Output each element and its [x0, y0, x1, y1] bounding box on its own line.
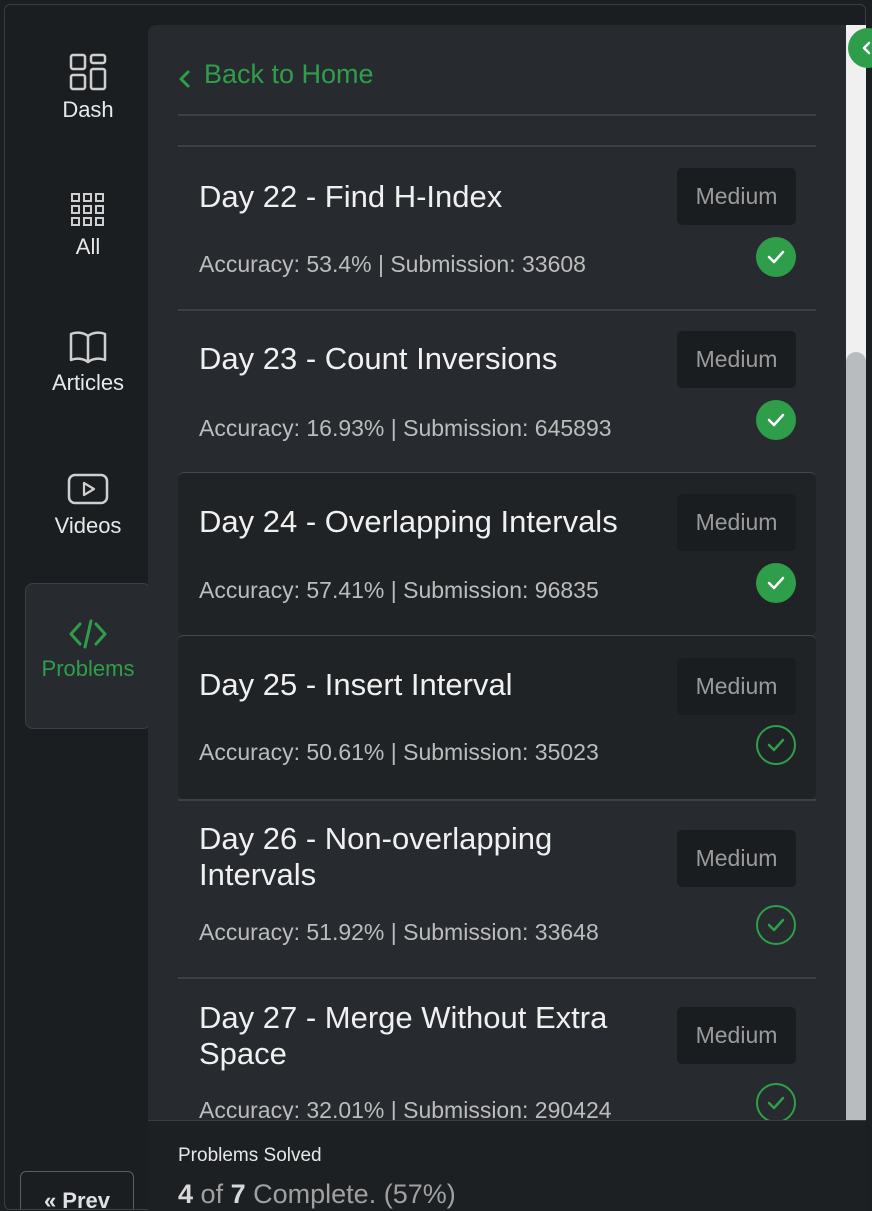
code-icon	[69, 619, 107, 649]
double-chevron-left-icon: «	[44, 1188, 57, 1210]
problem-title[interactable]: Day 23 - Count Inversions	[199, 341, 649, 377]
problem-stats: Accuracy: 51.92% | Submission: 33648	[199, 919, 599, 945]
progress-summary: 4 of 7 Complete. (57%)	[178, 1179, 456, 1210]
complete-text: Complete. (57%)	[253, 1179, 456, 1209]
chevron-left-icon	[862, 41, 871, 55]
problems-solved-label: Problems Solved	[178, 1145, 322, 1166]
total-count: 7	[230, 1179, 246, 1209]
book-icon	[69, 331, 107, 364]
unsolved-check-icon	[756, 905, 796, 945]
solved-check-icon	[756, 400, 796, 440]
problem-stats: Accuracy: 16.93% | Submission: 645893	[199, 415, 612, 441]
problems-panel: Back to Home Day 22 - Find H-Index Accur…	[148, 25, 846, 1210]
solved-check-icon	[756, 237, 796, 277]
problem-card[interactable]: Day 25 - Insert Interval Accuracy: 50.61…	[178, 635, 816, 799]
nav-problems-label: Problems	[41, 656, 135, 681]
problem-stats: Accuracy: 50.61% | Submission: 35023	[199, 739, 599, 765]
nav-videos-label: Videos	[54, 513, 122, 538]
nav-articles[interactable]: Articles	[25, 330, 151, 396]
nav-dash-label: Dash	[62, 97, 114, 122]
dashboard-icon	[69, 53, 107, 91]
difficulty-badge: Medium	[677, 1007, 796, 1064]
problem-title[interactable]: Day 24 - Overlapping Intervals	[199, 504, 649, 540]
nav-dash[interactable]: Dash	[25, 53, 151, 123]
difficulty-badge: Medium	[677, 168, 796, 225]
difficulty-badge: Medium	[677, 830, 796, 887]
video-icon	[67, 473, 109, 505]
of-text: of	[200, 1179, 224, 1209]
nav-all-label: All	[75, 234, 101, 259]
problem-stats: Accuracy: 53.4% | Submission: 33608	[199, 251, 586, 277]
difficulty-badge: Medium	[677, 658, 796, 715]
prev-button[interactable]: « Prev	[20, 1171, 134, 1210]
progress-footer: Problems Solved 4 of 7 Complete. (57%)	[148, 1120, 866, 1211]
chevron-left-icon	[179, 70, 190, 87]
difficulty-badge: Medium	[677, 494, 796, 551]
back-to-home-link[interactable]: Back to Home	[178, 59, 374, 90]
back-to-home-label: Back to Home	[204, 59, 374, 89]
nav-videos[interactable]: Videos	[25, 473, 151, 539]
divider	[178, 114, 816, 116]
nav-all[interactable]: All	[25, 192, 151, 260]
unsolved-check-icon	[756, 1083, 796, 1123]
problem-title[interactable]: Day 26 - Non-overlapping Intervals	[199, 821, 649, 893]
problem-card[interactable]: Day 26 - Non-overlapping Intervals Accur…	[178, 799, 816, 979]
solved-check-icon	[756, 563, 796, 603]
problem-title[interactable]: Day 27 - Merge Without Extra Space	[199, 1000, 649, 1072]
problem-stats: Accuracy: 57.41% | Submission: 96835	[199, 577, 599, 603]
problem-card[interactable]: Day 22 - Find H-Index Accuracy: 53.4% | …	[178, 145, 816, 309]
grid-icon	[71, 193, 104, 226]
problem-title[interactable]: Day 22 - Find H-Index	[199, 179, 649, 215]
prev-label: Prev	[62, 1188, 110, 1210]
solved-count: 4	[178, 1179, 194, 1209]
problem-title[interactable]: Day 25 - Insert Interval	[199, 667, 649, 703]
unsolved-check-icon	[756, 725, 796, 765]
sidebar-nav: Dash All Articles Videos Problems	[5, 5, 153, 1209]
problem-card[interactable]: Day 24 - Overlapping Intervals Accuracy:…	[178, 472, 816, 635]
nav-problems[interactable]: Problems	[25, 583, 151, 729]
problem-card[interactable]: Day 23 - Count Inversions Accuracy: 16.9…	[178, 309, 816, 472]
difficulty-badge: Medium	[677, 331, 796, 388]
scrollbar-thumb[interactable]	[846, 352, 866, 1142]
nav-articles-label: Articles	[51, 370, 125, 395]
